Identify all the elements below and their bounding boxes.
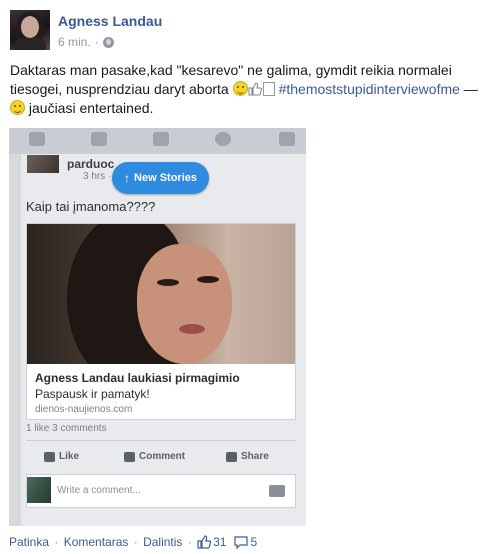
footer-sep-2: · <box>130 535 142 549</box>
feeling-text: jaučiasi entertained. <box>28 100 154 116</box>
shot-link-photo <box>27 224 295 364</box>
shot-poster-name: parduoc <box>67 157 115 171</box>
shot-share: Share <box>226 451 269 462</box>
author-name[interactable]: Agness Landau <box>58 13 162 29</box>
post-time[interactable]: 6 min. <box>58 35 91 49</box>
shot-stats: 1 like 3 comments <box>26 423 107 434</box>
up-arrow-icon: ↑ <box>124 171 131 185</box>
shot-link-title: Agness Landau laukiasi pirmagimio <box>35 371 240 385</box>
menu-icon <box>279 132 295 146</box>
post-meta: 6 min. · <box>58 35 114 49</box>
author-avatar[interactable] <box>10 10 50 50</box>
shot-comment-placeholder: Write a comment... <box>57 485 141 496</box>
friends-icon <box>91 132 107 146</box>
comment-icon <box>124 451 135 462</box>
shot-like: Like <box>44 451 79 462</box>
comments-count[interactable]: 5 <box>250 535 257 549</box>
post-actions: Patinka · Komentaras · Dalintis · 31 5 <box>9 535 257 549</box>
emoji-box-icon <box>262 82 275 96</box>
grin-emoji-icon <box>232 81 248 96</box>
likes-thumb-icon[interactable] <box>197 535 212 549</box>
news-feed-icon <box>29 132 45 146</box>
camera-icon <box>269 485 285 497</box>
comment-link[interactable]: Komentaras <box>64 535 129 549</box>
footer-sep-3: · <box>184 535 196 549</box>
footer-sep-1: · <box>51 535 62 549</box>
share-link[interactable]: Dalintis <box>143 535 182 549</box>
new-stories-pill: ↑ New Stories <box>112 162 209 194</box>
shot-question: Kaip tai įmanoma???? <box>26 199 156 214</box>
shot-topbar <box>9 128 306 154</box>
like-link[interactable]: Patinka <box>9 535 49 549</box>
new-stories-label: New Stories <box>134 172 197 184</box>
like-icon <box>44 451 55 462</box>
globe-notif-icon <box>215 132 231 146</box>
shot-comment-box: Write a comment... <box>26 474 296 508</box>
shot-divider <box>26 440 296 441</box>
globe-icon[interactable] <box>102 36 114 48</box>
shot-link-domain: dienos-naujienos.com <box>35 404 133 415</box>
thumbs-up-icon <box>248 82 262 96</box>
smile-emoji-icon <box>10 100 25 115</box>
post-text: Daktaras man pasake,kad "kesarevo" ne ga… <box>10 61 494 118</box>
comment-bubble-icon[interactable] <box>234 535 249 549</box>
shot-actions: Like Comment Share <box>26 447 296 469</box>
hashtag-link[interactable]: #themoststupidinterviewofme <box>279 81 460 97</box>
shot-link-desc: Paspausk ir pamatyk! <box>35 387 150 401</box>
likes-count[interactable]: 31 <box>213 535 226 549</box>
shot-poster-avatar <box>27 155 59 173</box>
meta-separator: · <box>94 35 99 49</box>
share-icon <box>226 451 237 462</box>
feeling-dash: — <box>459 81 478 97</box>
shot-comment-action: Comment <box>124 451 185 462</box>
shot-link-card: Agness Landau laukiasi pirmagimio Paspau… <box>26 223 296 420</box>
messages-icon <box>153 132 169 146</box>
shot-comment-avatar <box>27 477 51 503</box>
